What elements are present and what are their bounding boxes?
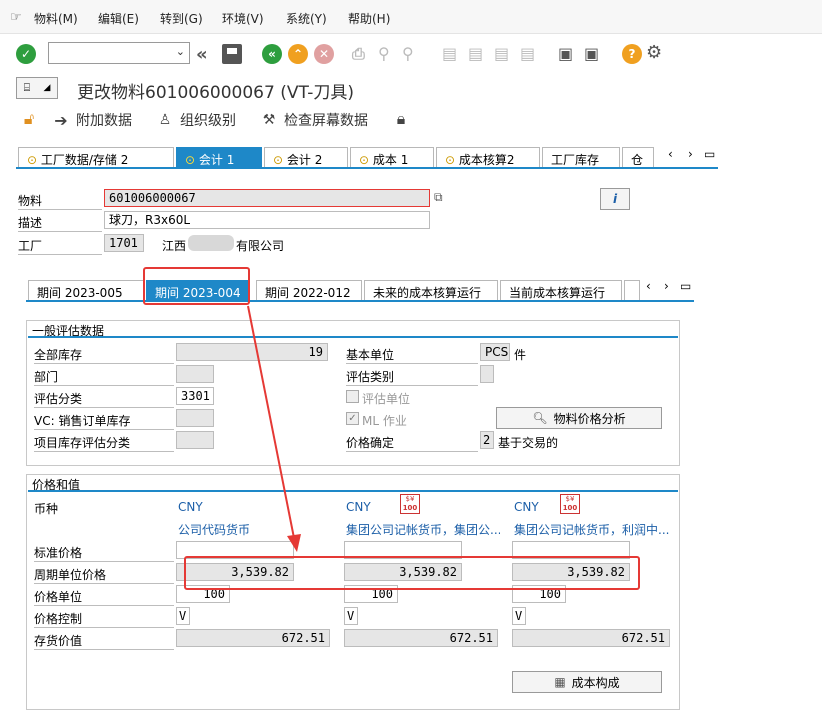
- annotation-arrow: [247, 305, 301, 552]
